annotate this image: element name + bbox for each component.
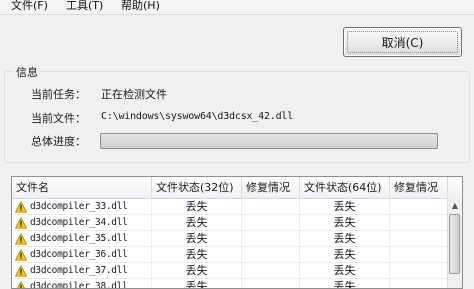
cancel-button[interactable]: 取消(C): [343, 27, 462, 57]
cell-text-name: d3dcompiler_35.dll: [30, 233, 128, 244]
cell-text-s32: 丢失: [185, 200, 208, 213]
col-header-status64[interactable]: 文件状态(64位): [300, 177, 390, 198]
cell-name: d3dcompiler_38.dll: [12, 279, 152, 289]
scroll-up-arrow-icon[interactable]: ▲: [450, 201, 460, 211]
cell-text-s64: 丢失: [333, 216, 356, 229]
cell-name: d3dcompiler_37.dll: [12, 263, 152, 279]
table-row[interactable]: d3dcompiler_38.dll 丢失 丢失: [12, 279, 448, 289]
cell-text-s32: 丢失: [185, 280, 208, 289]
cell-text-name: d3dcompiler_34.dll: [30, 217, 128, 228]
cell-r32: [242, 215, 300, 231]
cell-text-name: d3dcompiler_33.dll: [30, 201, 128, 212]
cell-s32: 丢失: [152, 215, 242, 231]
cell-s64: 丢失: [300, 279, 390, 289]
cell-r32: [242, 279, 300, 288]
cell-text-s64: 丢失: [333, 264, 356, 277]
cancel-button-label: 取消(C): [381, 35, 424, 50]
table-row[interactable]: d3dcompiler_37.dll 丢失 丢失: [12, 263, 448, 279]
vertical-scrollbar[interactable]: ▲: [447, 198, 462, 288]
menu-tools[interactable]: 工具(T): [66, 0, 103, 13]
warning-icon: [15, 233, 27, 245]
cell-s32: 丢失: [152, 263, 242, 279]
cell-s32: 丢失: [152, 279, 242, 289]
cell-text-s32: 丢失: [185, 264, 208, 277]
col-header-repair64[interactable]: 修复情况: [390, 177, 448, 198]
cell-s64: 丢失: [300, 215, 390, 231]
table-row[interactable]: d3dcompiler_34.dll 丢失 丢失: [12, 215, 448, 231]
cell-s32: 丢失: [152, 199, 242, 215]
overall-progress-label: 总体进度：: [31, 135, 86, 148]
cell-r64: [390, 199, 448, 215]
cell-text-s64: 丢失: [333, 248, 356, 261]
cell-r32: [242, 247, 300, 263]
warning-icon: [17, 281, 25, 288]
table-row[interactable]: d3dcompiler_36.dll 丢失 丢失: [12, 247, 448, 263]
cell-s64: 丢失: [300, 263, 390, 279]
table-header: 文件名 文件状态(32位) 修复情况 文件状态(64位) 修复情况: [12, 177, 462, 199]
cell-r32: [242, 199, 300, 215]
cell-r64: [390, 231, 448, 247]
current-task-value: 正在检测文件: [101, 88, 167, 101]
cell-text-s32: 丢失: [185, 232, 208, 245]
overall-progress-bar: [100, 133, 438, 149]
cell-text-name: d3dcompiler_37.dll: [30, 265, 128, 276]
menu-help[interactable]: 帮助(H): [121, 0, 160, 13]
info-group-title: 信息: [14, 64, 40, 80]
cell-text-s32: 丢失: [185, 216, 208, 229]
cell-name: d3dcompiler_35.dll: [12, 231, 152, 247]
warning-icon: [15, 249, 27, 261]
cell-s64: 丢失: [300, 247, 390, 263]
cell-text-s64: 丢失: [333, 280, 356, 289]
cell-name: d3dcompiler_36.dll: [12, 247, 152, 263]
menu-bar: 文件(F) 工具(T) 帮助(H): [0, 0, 474, 15]
cell-r32: [242, 263, 300, 279]
col-header-status32[interactable]: 文件状态(32位): [152, 177, 242, 198]
current-file-value: C:\windows\syswow64\d3dcsx_42.dll: [101, 111, 294, 122]
col-header-repair32[interactable]: 修复情况: [242, 177, 300, 198]
cell-text-s64: 丢失: [333, 200, 356, 213]
col-header-filename[interactable]: 文件名: [12, 177, 152, 198]
cell-name: d3dcompiler_33.dll: [12, 199, 152, 215]
cell-text-name: d3dcompiler_36.dll: [30, 249, 128, 260]
cell-text-name: d3dcompiler_38.dll: [30, 281, 128, 289]
cell-r32: [242, 231, 300, 247]
cell-s32: 丢失: [152, 231, 242, 247]
current-file-label: 当前文件：: [31, 112, 86, 125]
table-row[interactable]: d3dcompiler_33.dll 丢失 丢失: [12, 199, 448, 215]
warning-icon: [15, 201, 27, 213]
current-task-label: 当前任务：: [31, 88, 86, 101]
cell-r64: [390, 247, 448, 263]
warning-icon: [15, 217, 27, 229]
cell-r64: [390, 263, 448, 279]
cell-r64: [390, 279, 448, 288]
menu-file[interactable]: 文件(F): [11, 0, 48, 13]
cell-s32: 丢失: [152, 247, 242, 263]
cell-text-s32: 丢失: [185, 248, 208, 261]
cell-s64: 丢失: [300, 199, 390, 215]
cell-s64: 丢失: [300, 231, 390, 247]
cell-r64: [390, 215, 448, 231]
warning-icon: [15, 265, 27, 277]
table-row[interactable]: d3dcompiler_35.dll 丢失 丢失: [12, 231, 448, 247]
scrollbar-thumb[interactable]: [449, 214, 460, 274]
file-table[interactable]: 文件名 文件状态(32位) 修复情况 文件状态(64位) 修复情况 d3dcom…: [11, 176, 463, 289]
cell-name: d3dcompiler_34.dll: [12, 215, 152, 231]
cell-text-s64: 丢失: [333, 232, 356, 245]
